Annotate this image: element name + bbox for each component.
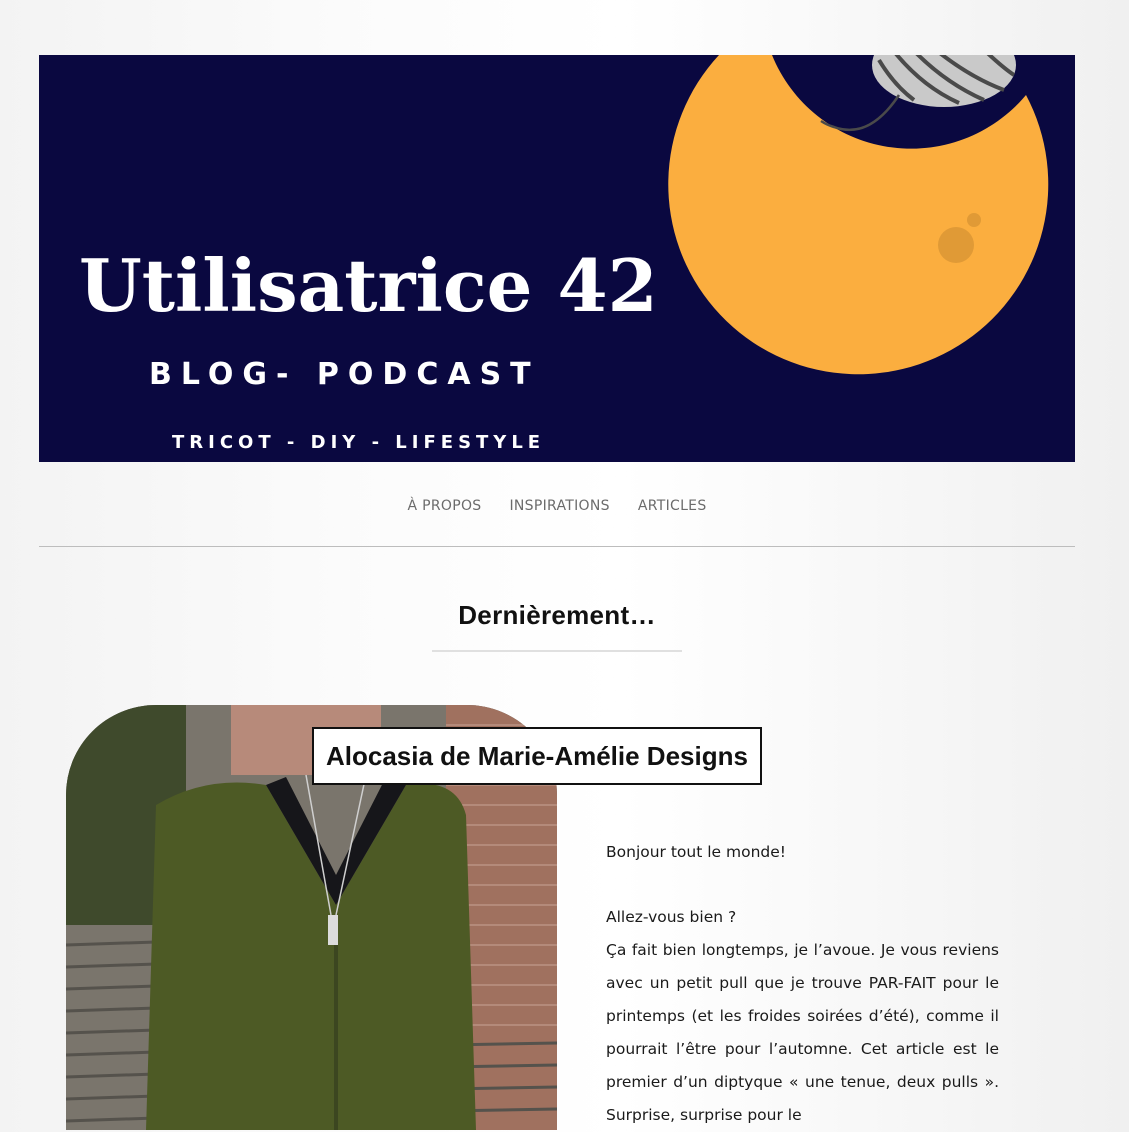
blog-title: Utilisatrice 42	[79, 243, 658, 328]
nav-item-articles[interactable]: ARTICLES	[624, 490, 721, 526]
post-paragraph: Ça fait bien longtemps, je l’avoue. Je v…	[606, 941, 999, 1124]
post-paragraph: Bonjour tout le monde!	[606, 843, 787, 861]
main-navigation: À PROPOS INSPIRATIONS ARTICLES	[39, 490, 1075, 526]
post-paragraph: Allez-vous bien ?	[606, 908, 737, 926]
nav-divider	[39, 546, 1075, 547]
section-underline	[432, 650, 682, 652]
nav-item-inspirations[interactable]: INSPIRATIONS	[495, 490, 623, 526]
blog-tagline: TRICOT - DIY - LIFESTYLE	[172, 432, 546, 453]
section-title: Dernièrement…	[458, 600, 656, 630]
post-title-box: Alocasia de Marie-Amélie Designs	[312, 727, 762, 785]
blog-subtitle: BLOG- PODCAST	[149, 357, 540, 392]
blog-header-banner[interactable]: Utilisatrice 42 BLOG- PODCAST TRICOT - D…	[39, 55, 1075, 462]
nav-item-a-propos[interactable]: À PROPOS	[393, 490, 495, 526]
post-title-link[interactable]: Alocasia de Marie-Amélie Designs	[326, 741, 748, 772]
post-excerpt: Bonjour tout le monde! Allez-vous bien ?…	[606, 836, 999, 1132]
